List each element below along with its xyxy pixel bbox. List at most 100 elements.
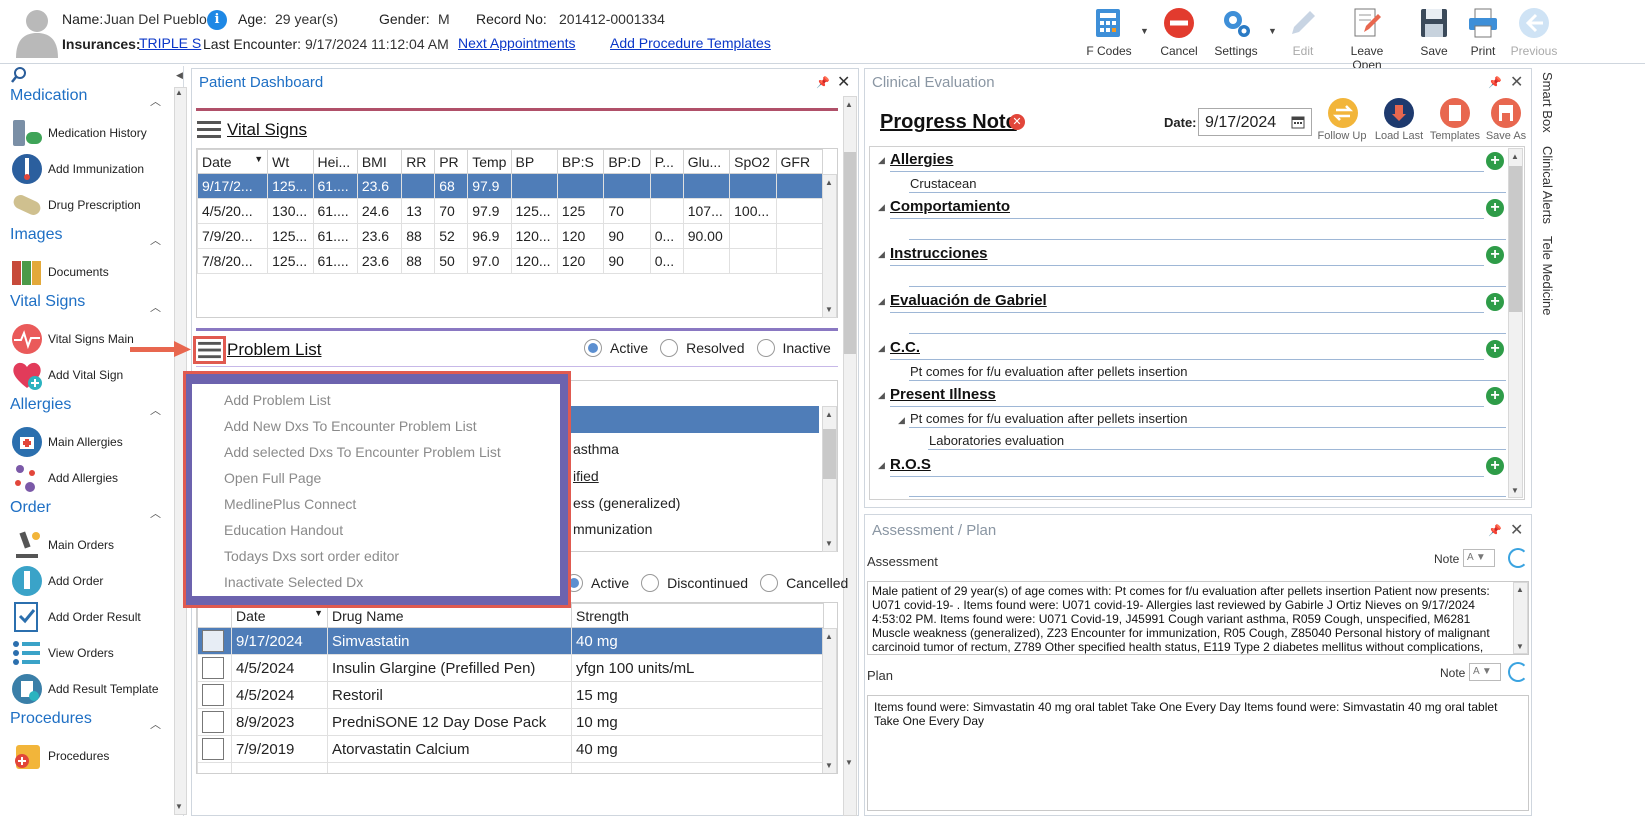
pin-icon[interactable]: 📌 bbox=[1488, 524, 1502, 537]
nav-section-vital-signs[interactable]: Vital Signs bbox=[10, 293, 85, 311]
nav-item-vital-signs-main[interactable]: Vital Signs Main bbox=[10, 322, 134, 356]
checkbox-icon[interactable] bbox=[202, 738, 224, 760]
scroll-down-icon[interactable]: ▼ bbox=[1516, 642, 1524, 651]
close-icon[interactable]: ✕ bbox=[1510, 520, 1523, 540]
nav-item-view-orders[interactable]: View Orders bbox=[10, 636, 114, 670]
follow-up-button[interactable]: Follow Up bbox=[1312, 130, 1372, 142]
scroll-up-icon[interactable]: ▲ bbox=[845, 100, 853, 109]
vital-column-header[interactable]: SpO2 bbox=[729, 149, 777, 174]
add-procedure-templates-link[interactable]: Add Procedure Templates bbox=[610, 35, 771, 51]
nav-item-main-orders[interactable]: Main Orders bbox=[10, 528, 114, 562]
nav-section-medication[interactable]: Medication bbox=[10, 87, 87, 105]
pin-icon[interactable]: 📌 bbox=[1488, 76, 1502, 89]
problem-row-text[interactable]: ess (generalized) bbox=[573, 495, 680, 511]
expand-triangle-icon[interactable]: ◢ bbox=[878, 390, 885, 401]
add-cc-icon[interactable]: + bbox=[1486, 340, 1504, 358]
section-instrucciones[interactable]: Instrucciones bbox=[890, 245, 988, 262]
close-icon[interactable]: ✕ bbox=[837, 72, 850, 92]
close-icon[interactable]: ✕ bbox=[1510, 72, 1523, 92]
add-instrucciones-icon[interactable]: + bbox=[1486, 246, 1504, 264]
assessment-note-dropdown[interactable]: A ▼ bbox=[1463, 549, 1495, 567]
nav-item-add-vital-sign[interactable]: Add Vital Sign bbox=[10, 358, 123, 392]
medication-row[interactable]: 4/5/2024 Restoril 15 mg bbox=[197, 681, 824, 709]
insurance-link[interactable]: TRIPLE S bbox=[139, 35, 201, 51]
collapse-nav-icon[interactable]: ◀ bbox=[176, 70, 183, 81]
row-checkbox[interactable] bbox=[197, 627, 232, 655]
medication-row[interactable]: 4/5/2024 Insulin Glargine (Prefilled Pen)… bbox=[197, 654, 824, 682]
filter-resolved-radio[interactable]: Resolved bbox=[660, 339, 745, 357]
vital-signs-row[interactable]: 4/5/20... 130... 61.... 24.6 13 70 97.9 125... 1… bbox=[196, 198, 824, 224]
search-icon[interactable] bbox=[10, 66, 28, 84]
scroll-down-icon[interactable]: ▼ bbox=[825, 305, 833, 314]
nav-item-procedures[interactable]: Procedures bbox=[10, 739, 109, 773]
vital-column-header[interactable]: BP:D bbox=[603, 149, 651, 174]
expand-triangle-icon[interactable]: ◢ bbox=[878, 343, 885, 354]
add-ros-icon[interactable]: + bbox=[1486, 457, 1504, 475]
nav-item-drug-prescription[interactable]: Drug Prescription bbox=[10, 188, 141, 222]
vital-column-header[interactable]: BMI bbox=[356, 149, 403, 174]
problem-row-selected[interactable] bbox=[569, 406, 819, 433]
nav-item-medication-history[interactable]: Medication History bbox=[10, 116, 147, 150]
refresh-icon[interactable] bbox=[1508, 548, 1528, 568]
filter-active-radio[interactable]: Active bbox=[584, 339, 648, 357]
menu-sort-order-editor[interactable]: Todays Dxs sort order editor bbox=[224, 548, 399, 564]
nav-section-images[interactable]: Images bbox=[10, 226, 62, 244]
save-as-icon[interactable] bbox=[1491, 98, 1521, 128]
vital-column-header[interactable]: Hei... bbox=[312, 149, 358, 174]
add-evaluacion-icon[interactable]: + bbox=[1486, 293, 1504, 311]
menu-inactivate-dx[interactable]: Inactivate Selected Dx bbox=[224, 574, 363, 590]
add-present-illness-icon[interactable]: + bbox=[1486, 387, 1504, 405]
nav-item-add-order-result[interactable]: Add Order Result bbox=[10, 600, 141, 634]
nav-section-procedures[interactable]: Procedures bbox=[10, 710, 92, 728]
row-checkbox[interactable] bbox=[197, 708, 232, 736]
scroll-down-icon[interactable]: ▼ bbox=[175, 802, 183, 811]
plan-note-dropdown[interactable]: A ▼ bbox=[1469, 663, 1501, 681]
vital-column-header[interactable]: Wt bbox=[267, 149, 314, 174]
scroll-thumb[interactable] bbox=[1509, 166, 1522, 312]
chevron-up-icon[interactable]: ︿ bbox=[150, 93, 161, 109]
chevron-up-icon[interactable]: ︿ bbox=[150, 402, 161, 418]
med-filter-cancelled-radio[interactable]: Cancelled bbox=[760, 574, 848, 592]
chevron-up-icon[interactable]: ︿ bbox=[150, 505, 161, 521]
medication-row[interactable]: 8/9/2023 PredniSONE 12 Day Dose Pack 10 mg bbox=[197, 708, 824, 736]
medication-row-partial[interactable] bbox=[197, 762, 824, 773]
vital-column-header[interactable]: Glu... bbox=[682, 149, 731, 174]
scroll-down-icon[interactable]: ▼ bbox=[825, 539, 833, 548]
section-evaluacion[interactable]: Evaluación de Gabriel bbox=[890, 292, 1047, 309]
menu-open-full-page[interactable]: Open Full Page bbox=[224, 470, 321, 486]
menu-education-handout[interactable]: Education Handout bbox=[224, 522, 343, 538]
vital-signs-row[interactable]: 9/17/2... 125... 61.... 23.6 68 97.9 bbox=[196, 173, 824, 199]
menu-add-selected-dxs[interactable]: Add selected Dxs To Encounter Problem Li… bbox=[224, 444, 501, 460]
nav-item-add-allergies[interactable]: Add Allergies bbox=[10, 461, 118, 495]
expand-triangle-icon[interactable]: ◢ bbox=[878, 296, 885, 307]
edit-button[interactable]: Edit bbox=[1272, 4, 1334, 60]
scroll-up-icon[interactable]: ▲ bbox=[825, 632, 833, 641]
medication-row[interactable]: 9/17/2024 Simvastatin 40 mg bbox=[197, 627, 824, 655]
column-strength[interactable]: Strength bbox=[571, 603, 824, 628]
row-checkbox[interactable] bbox=[197, 735, 232, 763]
vital-column-header[interactable]: GFR bbox=[775, 149, 824, 174]
vital-column-header[interactable]: P... bbox=[649, 149, 684, 174]
expand-triangle-icon[interactable]: ◢ bbox=[878, 460, 885, 471]
scroll-up-icon[interactable]: ▲ bbox=[175, 88, 183, 97]
menu-medlineplus-connect[interactable]: MedlinePlus Connect bbox=[224, 496, 356, 512]
scroll-up-icon[interactable]: ▲ bbox=[1516, 585, 1524, 594]
med-filter-active-radio[interactable]: Active bbox=[565, 574, 629, 592]
menu-add-problem-list[interactable]: Add Problem List bbox=[224, 392, 331, 408]
row-checkbox[interactable] bbox=[197, 654, 232, 682]
section-present-illness[interactable]: Present Illness bbox=[890, 386, 996, 403]
tab-smart-box[interactable]: Smart Box bbox=[1540, 72, 1555, 133]
previous-button[interactable]: Previous bbox=[1503, 4, 1565, 60]
vital-column-header[interactable]: Temp bbox=[467, 149, 512, 174]
scroll-up-icon[interactable]: ▲ bbox=[1511, 152, 1519, 161]
vital-column-header[interactable]: RR bbox=[401, 149, 436, 174]
section-comportamiento[interactable]: Comportamiento bbox=[890, 198, 1010, 215]
checkbox-icon[interactable] bbox=[202, 630, 224, 652]
scroll-thumb[interactable] bbox=[823, 429, 836, 479]
nav-item-add-immunization[interactable]: Add Immunization bbox=[10, 152, 144, 186]
add-allergies-note-icon[interactable]: + bbox=[1486, 152, 1504, 170]
save-as-button[interactable]: Save As bbox=[1476, 130, 1536, 142]
vital-column-header[interactable]: PR bbox=[434, 149, 469, 174]
pin-icon[interactable]: 📌 bbox=[816, 76, 830, 89]
nav-section-order[interactable]: Order bbox=[10, 499, 51, 517]
